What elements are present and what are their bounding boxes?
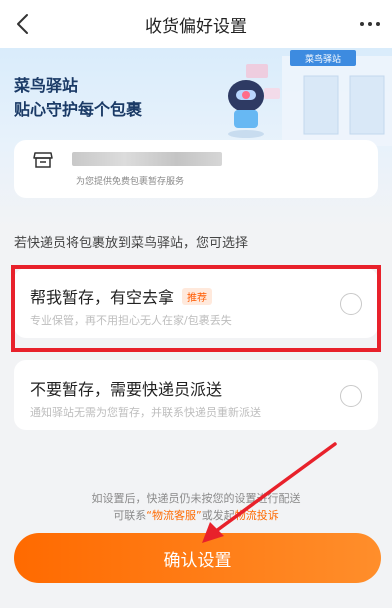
option-description: 专业保管，再不用担心无人在家/包裹丢失 [30,314,232,327]
footer-note: 如设置后，快递员仍未按您的设置进行配送 [91,492,301,505]
station-card: 为您提供免费包裹暂存服务 [14,140,378,198]
more-dots-icon[interactable] [356,10,384,38]
option-description: 通知驿站无需为您暂存，并联系快递员重新派送 [30,406,261,419]
top-nav-bar: 收货偏好设置 [0,0,392,48]
store-icon [33,152,53,168]
radio-button[interactable] [340,293,362,315]
chevron-left-icon[interactable] [10,10,38,38]
option-hold-package[interactable]: 帮我暂存，有空去拿 推荐 专业保管，再不用担心无人在家/包裹丢失 [14,268,378,338]
logistics-service-link[interactable]: “物流客服” [146,509,201,522]
station-subtitle: 为您提供免费包裹暂存服务 [76,177,185,187]
option-deliver-package[interactable]: 不要暂存，需要快递员派送 通知驿站无需为您暂存，并联系快递员重新派送 [14,360,378,430]
confirm-button[interactable]: 确认设置 [14,533,381,583]
building-sign: 菜鸟驿站 [305,53,341,64]
page-title: 收货偏好设置 [145,16,247,37]
choice-prompt: 若快递员将包裹放到菜鸟驿站，您可选择 [14,236,249,251]
footer-contact-line: 可联系“物流客服”或发起物流投诉 [113,509,279,522]
recommended-badge: 推荐 [182,288,213,305]
hero-title: 菜鸟驿站 [14,76,79,95]
hero-subtitle: 贴心守护每个包裹 [14,100,143,119]
hero-banner: 菜鸟驿站 贴心守护每个包裹 菜鸟驿站 [0,48,392,228]
logistics-complaint-link[interactable]: 物流投诉 [235,509,279,522]
radio-button[interactable] [340,385,362,407]
option-title: 不要暂存，需要快递员派送 [30,380,223,399]
station-name-redacted [72,152,222,166]
option-title: 帮我暂存，有空去拿 推荐 [30,284,213,308]
